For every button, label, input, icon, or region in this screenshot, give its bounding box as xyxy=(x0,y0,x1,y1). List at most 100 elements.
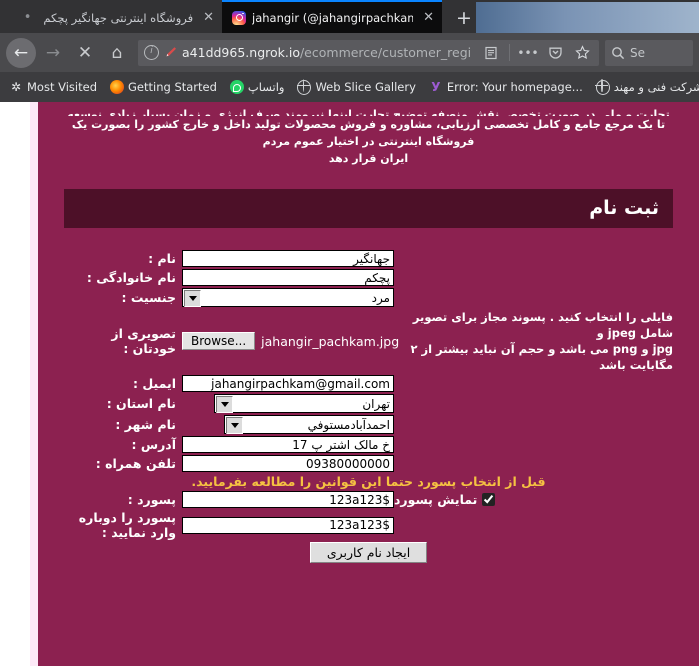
browser-chrome: • فروشگاه اینترنتی جهانگیر پچکم ✕ jahang… xyxy=(0,0,699,102)
intro-line-clipped: تجارت و ملی در صورت تخصص نقش منصفه توضیح… xyxy=(67,108,670,116)
globe-icon xyxy=(297,79,312,95)
site-intro-text: تجارت و ملی در صورت تخصص نقش منصفه توضیح… xyxy=(38,102,699,167)
row-extra xyxy=(394,375,673,392)
row-extra xyxy=(394,288,673,307)
gender-select[interactable]: مرد xyxy=(182,288,394,307)
close-icon[interactable]: ✕ xyxy=(423,11,434,24)
search-placeholder: Se xyxy=(630,45,645,60)
intro-line-3: ایران قرار دهد xyxy=(328,152,409,165)
password-rules-warning[interactable]: قبل از انتخاب پسورد حتما این قوانین را م… xyxy=(64,474,673,489)
row-extra xyxy=(394,269,673,286)
toolbar-divider xyxy=(509,44,510,61)
star-icon[interactable] xyxy=(571,42,593,64)
search-bar[interactable]: Se xyxy=(605,39,693,66)
page-actions-icon[interactable]: ••• xyxy=(517,42,539,64)
browser-tab-1[interactable]: • فروشگاه اینترنتی جهانگیر پچکم ✕ xyxy=(0,2,222,33)
row-extra xyxy=(394,415,673,434)
mobile-input[interactable] xyxy=(182,455,394,472)
bookmark-label: شرکت فنی و مهند... xyxy=(613,80,699,94)
row-extra xyxy=(394,510,673,540)
form-row-province: تهران نام استان : xyxy=(64,394,673,413)
bookmark-web-slice-gallery[interactable]: Web Slice Gallery xyxy=(292,78,420,96)
reader-view-icon[interactable] xyxy=(480,42,502,64)
instagram-icon xyxy=(232,10,246,25)
form-row-password: تمایش پسورد پسورد : xyxy=(64,491,673,508)
bookmark-getting-started[interactable]: Getting Started xyxy=(105,78,222,96)
email-input[interactable] xyxy=(182,375,394,392)
first-name-input[interactable] xyxy=(182,250,394,267)
show-password-toggle[interactable]: تمایش پسورد xyxy=(394,492,673,508)
pocket-icon[interactable] xyxy=(544,42,566,64)
photo-file-row: Browse... jahangir_pachkam.jpg xyxy=(182,332,399,350)
registration-form-wrapper: ثبت نام نام : نام خانوادگی : xyxy=(38,189,699,565)
city-select-wrapper[interactable]: احمدآبادمستوفي xyxy=(224,415,394,434)
province-select[interactable]: تهران xyxy=(214,394,394,413)
browse-button[interactable]: Browse... xyxy=(182,332,256,350)
email-label: ایمیل : xyxy=(133,376,176,391)
row-extra xyxy=(394,455,673,472)
address-label: آدرس : xyxy=(131,437,177,452)
password-label: پسورد : xyxy=(127,492,176,507)
home-icon[interactable]: ⌂ xyxy=(102,38,132,68)
bookmark-label: Error: Your homepage... xyxy=(446,80,583,94)
tab-title: فروشگاه اینترنتی جهانگیر پچکم xyxy=(43,10,194,25)
forward-icon[interactable]: → xyxy=(38,38,68,68)
row-extra xyxy=(394,250,673,267)
gender-select-wrapper[interactable]: مرد xyxy=(182,288,394,307)
form-row-password-confirm: پسورد را دوباره وارد نمایید : xyxy=(64,510,673,540)
city-label: نام شهر : xyxy=(115,417,176,432)
tab-strip: • فروشگاه اینترنتی جهانگیر پچکم ✕ jahang… xyxy=(0,0,699,33)
bookmark-error-homepage[interactable]: У Error: Your homepage... xyxy=(424,78,588,96)
create-account-button[interactable]: ایجاد نام کاربری xyxy=(309,542,428,563)
bookmark-engineering-company[interactable]: شرکت فنی و مهند... xyxy=(591,78,699,96)
page-viewport: تجارت و ملی در صورت تخصص نقش منصفه توضیح… xyxy=(0,102,699,666)
new-tab-button[interactable]: + xyxy=(452,9,476,28)
url-domain: a41dd965.ngrok.io xyxy=(182,45,300,60)
form-row-mobile: تلفن همراه : xyxy=(64,455,673,472)
province-select-wrapper[interactable]: تهران xyxy=(214,394,394,413)
whatsapp-icon xyxy=(229,80,244,94)
bookmark-most-visited[interactable]: ✲ Most Visited xyxy=(4,78,102,96)
password-confirm-input[interactable] xyxy=(182,516,394,534)
page-left-accent-strip xyxy=(30,102,38,666)
site-info-icon[interactable]: i xyxy=(144,45,159,60)
url-bar[interactable]: i a41dd965.ngrok.io/ecommerce/customer_r… xyxy=(138,39,599,66)
province-label: نام استان : xyxy=(106,396,176,411)
address-input[interactable] xyxy=(182,436,394,453)
form-row-email: ایمیل : xyxy=(64,375,673,392)
bookmark-whatsapp[interactable]: واتساپ xyxy=(225,78,290,96)
navigation-toolbar: ← → ✕ ⌂ i a41dd965.ngrok.io/ecommerce/cu… xyxy=(0,33,699,72)
first-name-label: نام : xyxy=(148,251,176,266)
tab-loading-dot-icon: • xyxy=(23,10,32,25)
gear-icon: ✲ xyxy=(10,80,22,94)
password-input[interactable] xyxy=(182,491,394,508)
photo-label: تصویری از خودتان : xyxy=(111,326,176,356)
firefox-icon xyxy=(110,80,124,94)
gender-label: جنسیت : xyxy=(121,290,176,305)
page-title: ثبت نام xyxy=(64,189,673,228)
close-icon[interactable]: ✕ xyxy=(203,11,214,24)
registration-form: نام : نام خانوادگی : مرد xyxy=(64,248,673,565)
city-select[interactable]: احمدآبادمستوفي xyxy=(224,415,394,434)
bookmark-label: Most Visited xyxy=(27,80,97,94)
photo-filename: jahangir_pachkam.jpg xyxy=(261,333,400,349)
url-path: /ecommerce/customer_regi xyxy=(299,45,472,60)
url-text: a41dd965.ngrok.io/ecommerce/customer_reg… xyxy=(182,45,475,60)
show-password-checkbox[interactable] xyxy=(482,493,496,506)
intro-line-2: تا یک مرجع جامع و کامل تخصصی ارزیابی، مش… xyxy=(71,118,666,148)
bookmark-label: واتساپ xyxy=(247,80,285,94)
photo-hint-line-2: jpg و png می باشد و حجم آن نباید بیشتر ا… xyxy=(410,342,673,372)
tab-title: jahangir (@jahangirpachkam) • Ins xyxy=(252,10,414,25)
form-row-last-name: نام خانوادگی : xyxy=(64,269,673,286)
form-row-address: آدرس : xyxy=(64,436,673,453)
form-row-password-warning: قبل از انتخاب پسورد حتما این قوانین را م… xyxy=(64,474,673,489)
stop-icon[interactable]: ✕ xyxy=(70,38,100,68)
show-password-label: تمایش پسورد xyxy=(394,491,478,507)
last-name-input[interactable] xyxy=(182,269,394,286)
browser-tab-2[interactable]: jahangir (@jahangirpachkam) • Ins ✕ xyxy=(222,0,442,33)
back-icon[interactable]: ← xyxy=(6,37,36,68)
photo-hint-line-1: فایلی را انتخاب کنید . پسوند مجاز برای ت… xyxy=(412,310,673,340)
tabstrip-empty-area xyxy=(476,2,699,33)
bookmarks-toolbar: ✲ Most Visited Getting Started واتساپ We… xyxy=(0,72,699,102)
form-row-submit: ایجاد نام کاربری xyxy=(64,542,673,563)
